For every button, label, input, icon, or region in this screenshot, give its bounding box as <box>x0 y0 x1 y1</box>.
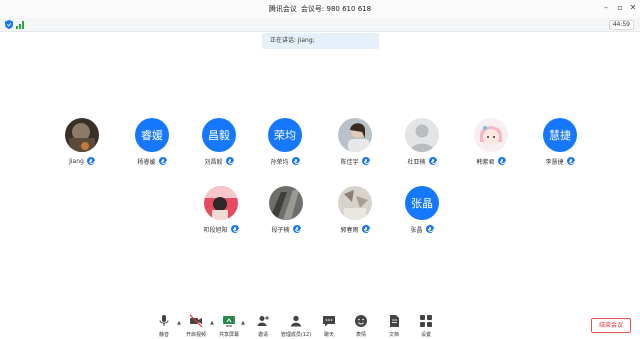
microphone-icon <box>159 315 169 326</box>
mic-on-icon <box>425 225 434 233</box>
smiley-icon <box>355 315 367 327</box>
participant-tile[interactable]: 荣均 孙荣均 <box>255 118 315 170</box>
meeting-timer: 44:59 <box>608 20 634 30</box>
mic-on-icon <box>428 157 437 165</box>
photo-pink-icon <box>204 186 238 220</box>
mic-on-icon <box>158 157 167 165</box>
mic-on-icon <box>86 157 95 165</box>
minimize-icon[interactable]: – <box>600 3 612 13</box>
participant-name: 杜亚楠 <box>407 158 426 166</box>
photo-grey-icon <box>269 186 303 220</box>
manage-members-button[interactable]: 管理成员(12) <box>281 314 311 338</box>
photo-light-icon <box>338 186 372 220</box>
chat-icon <box>323 316 335 327</box>
add-user-icon <box>257 316 269 326</box>
participant-name: 段子楠 <box>271 226 290 234</box>
mic-on-icon <box>566 157 575 165</box>
mic-on-icon <box>497 157 506 165</box>
participant-name: 陈佳宇 <box>340 158 359 166</box>
close-icon[interactable]: ✕ <box>627 3 639 13</box>
meeting-id: 980 610 618 <box>326 5 372 13</box>
video-off-icon <box>189 314 203 328</box>
caret-up-icon[interactable]: ▲ <box>240 320 246 326</box>
participant-tile[interactable]: 慧捷 李慧捷 <box>530 118 590 170</box>
photo-cartoon-icon <box>474 118 508 152</box>
reactions-button[interactable]: 表情 <box>346 314 376 338</box>
avatar: 张晶 <box>405 186 439 220</box>
settings-label: 设置 <box>420 332 431 338</box>
photo-dark-icon <box>65 118 99 152</box>
mic-on-icon <box>225 157 234 165</box>
meeting-toolbar: 静音 ▲ 开启视频 ▲ 共享屏幕 ▲ 邀请 管理成员(12) 聊天 表情 文档 … <box>0 309 640 339</box>
mic-on-icon <box>361 225 370 233</box>
start-video-button[interactable]: 开启视频 <box>181 314 211 338</box>
signal-icon[interactable] <box>16 21 24 29</box>
invite-button[interactable]: 邀请 <box>248 314 278 338</box>
participant-tile[interactable]: 张晶 张晶 <box>392 186 452 238</box>
participant-name: 张晶 <box>410 226 423 234</box>
participant-tile[interactable]: 段子楠 <box>256 186 316 238</box>
participant-tile[interactable]: 郭春雨 <box>325 186 385 238</box>
share-screen-icon <box>223 316 235 327</box>
participant-tile[interactable]: 昌毅 刘昌毅 <box>189 118 249 170</box>
speaking-banner: 正在讲话: Jiang; <box>262 33 379 49</box>
restore-icon[interactable]: ▫ <box>614 3 626 13</box>
photo-person-icon <box>338 118 372 152</box>
participant-tile[interactable]: 叩段旭阳 <box>191 186 251 238</box>
mic-on-icon <box>230 225 239 233</box>
status-bar: 44:59 <box>0 18 640 32</box>
mic-on-icon <box>291 157 300 165</box>
participant-name: 韩紫君 <box>476 158 495 166</box>
participant-name: 郭春雨 <box>340 226 359 234</box>
avatar: 慧捷 <box>543 118 577 152</box>
avatar: 荣均 <box>268 118 302 152</box>
end-meeting-button[interactable]: 结束会议 <box>591 318 631 333</box>
participant-name: 杨睿媛 <box>137 158 156 166</box>
participant-name: 叩段旭阳 <box>203 226 228 234</box>
document-icon <box>390 315 399 327</box>
participant-name: Jiang <box>69 157 84 165</box>
title-bar: 腾讯会议 会议号: 980 610 618 – ▫ ✕ <box>0 0 640 18</box>
participant-tile[interactable]: Jiang <box>52 118 112 170</box>
avatar: 昌毅 <box>202 118 236 152</box>
meeting-id-label: 会议号: <box>300 5 325 13</box>
shield-icon[interactable] <box>5 20 13 29</box>
participant-tile[interactable]: 睿媛 杨睿媛 <box>122 118 182 170</box>
settings-button[interactable]: 设置 <box>411 314 441 338</box>
participant-tile[interactable]: 韩紫君 <box>461 118 521 170</box>
participant-name: 李慧捷 <box>545 158 564 166</box>
window-title: 腾讯会议 会议号: 980 610 618 <box>0 4 640 14</box>
participant-tile[interactable]: 杜亚楠 <box>392 118 452 170</box>
participant-name: 刘昌毅 <box>204 158 223 166</box>
participant-name: 孙荣均 <box>270 158 289 166</box>
mic-on-icon <box>361 157 370 165</box>
grid-settings-icon <box>420 315 432 327</box>
avatar: 睿媛 <box>135 118 169 152</box>
participant-tile[interactable]: 陈佳宇 <box>325 118 385 170</box>
default-user-icon <box>405 118 439 152</box>
app-name: 腾讯会议 <box>268 5 297 13</box>
members-icon <box>291 315 301 327</box>
mic-on-icon <box>292 225 301 233</box>
share-screen-button[interactable]: 共享屏幕 <box>214 314 244 338</box>
